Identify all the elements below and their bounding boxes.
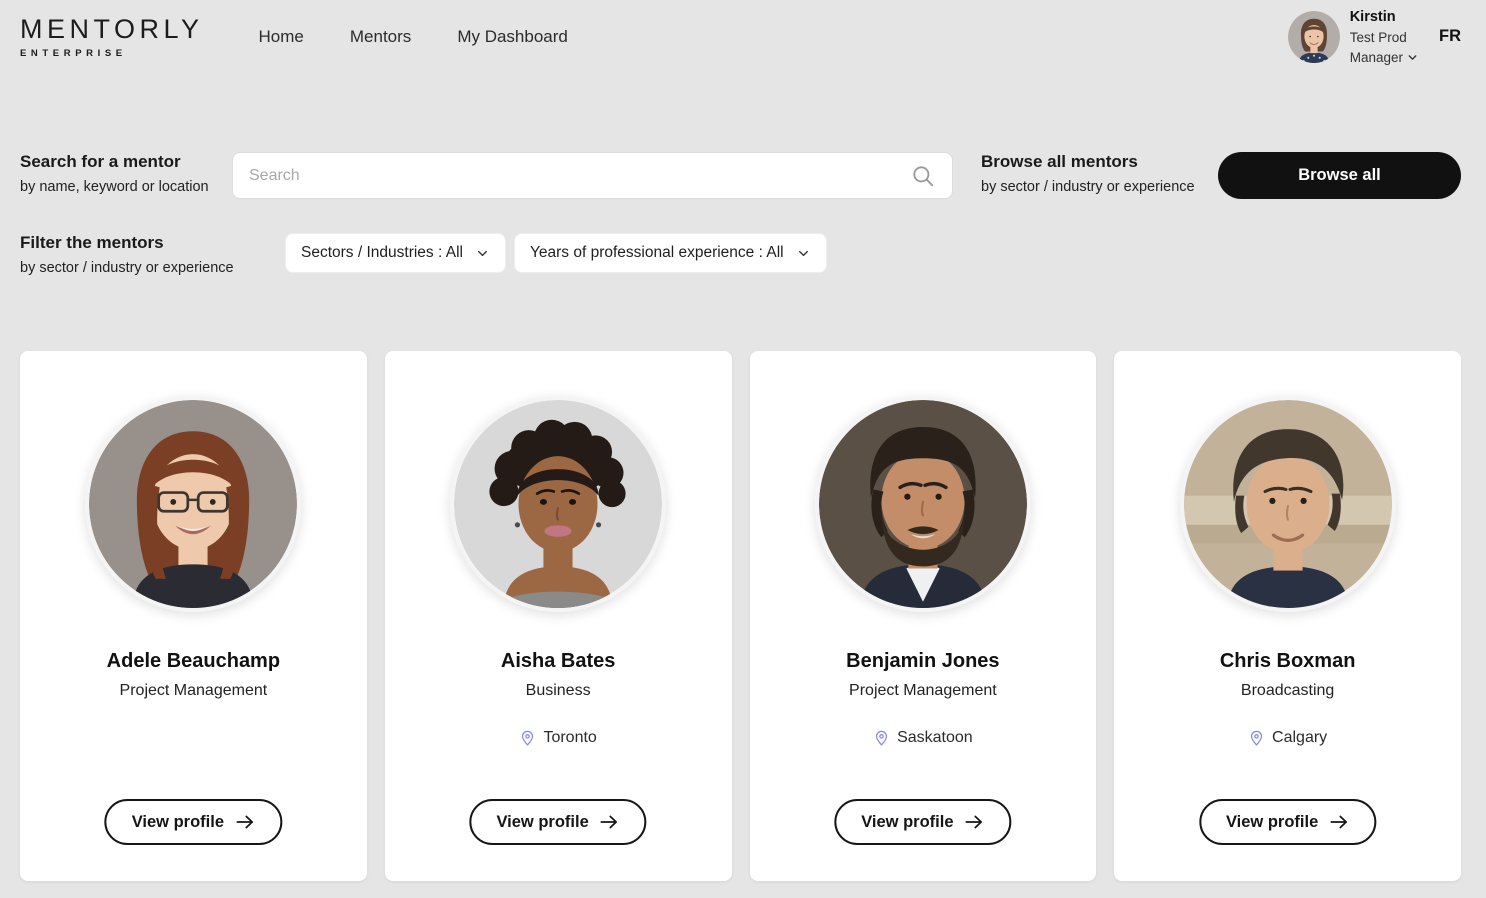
mentor-name: Aisha Bates xyxy=(501,650,616,673)
view-profile-label: View profile xyxy=(1226,813,1318,832)
location-pin-icon xyxy=(519,730,536,747)
search-label-block: Search for a mentor by name, keyword or … xyxy=(20,152,232,195)
search-box xyxy=(232,152,953,199)
mentor-name: Chris Boxman xyxy=(1220,650,1356,673)
view-profile-label: View profile xyxy=(861,813,953,832)
arrow-right-icon xyxy=(600,814,620,830)
years-experience-dropdown[interactable]: Years of professional experience : All xyxy=(514,233,827,273)
mentor-card-grid: Adele Beauchamp Project Management View … xyxy=(20,351,1461,881)
search-subtitle: by name, keyword or location xyxy=(20,179,232,195)
search-input[interactable] xyxy=(249,167,910,185)
filter-title: Filter the mentors xyxy=(20,233,285,253)
user-role-line1: Test Prod xyxy=(1350,28,1419,48)
nav-item-mentors[interactable]: Mentors xyxy=(350,27,411,47)
user-role-dropdown[interactable]: Manager xyxy=(1350,48,1419,68)
browse-title: Browse all mentors xyxy=(981,152,1213,172)
user-menu: Kirstin Test Prod Manager FR xyxy=(1288,7,1461,67)
browse-all-button[interactable]: Browse all xyxy=(1218,152,1461,199)
top-nav-bar: MENTORLY ENTERPRISE Home Mentors My Dash… xyxy=(0,0,1486,68)
mentor-card: Chris Boxman Broadcasting Calgary View p… xyxy=(1114,351,1461,881)
sectors-industries-dropdown[interactable]: Sectors / Industries : All xyxy=(285,233,506,273)
filter-subtitle: by sector / industry or experience xyxy=(20,260,285,276)
sectors-industries-dropdown-label: Sectors / Industries : All xyxy=(301,244,463,262)
mentor-field: Project Management xyxy=(849,682,997,700)
view-profile-label: View profile xyxy=(132,813,224,832)
kirstin-avatar-illustration xyxy=(1288,11,1340,63)
mentor-location: Toronto xyxy=(519,729,596,747)
mentor-photo xyxy=(450,396,666,612)
mentor-field: Broadcasting xyxy=(1241,682,1334,700)
chevron-down-icon xyxy=(796,246,811,261)
mentor-card: Aisha Bates Business Toronto View profil… xyxy=(385,351,732,881)
filter-row: Filter the mentors by sector / industry … xyxy=(20,233,1461,273)
mentor-name: Benjamin Jones xyxy=(846,650,999,673)
adele-beauchamp-portrait xyxy=(89,400,297,608)
filter-label-block: Filter the mentors by sector / industry … xyxy=(20,233,285,276)
nav-item-my-dashboard[interactable]: My Dashboard xyxy=(457,27,568,47)
location-pin-icon xyxy=(1248,730,1265,747)
mentor-field: Business xyxy=(526,682,591,700)
search-icon[interactable] xyxy=(910,163,936,189)
brand-name: MENTORLY xyxy=(20,16,204,43)
user-avatar[interactable] xyxy=(1288,11,1340,63)
brand-logo[interactable]: MENTORLY ENTERPRISE xyxy=(20,16,204,59)
benjamin-jones-portrait xyxy=(819,400,1027,608)
chevron-down-icon xyxy=(1406,51,1419,64)
nav-item-home[interactable]: Home xyxy=(259,27,304,47)
search-title: Search for a mentor xyxy=(20,152,232,172)
mentor-photo xyxy=(1180,396,1396,612)
mentor-photo xyxy=(85,396,301,612)
view-profile-button[interactable]: View profile xyxy=(105,799,282,845)
chris-boxman-portrait xyxy=(1184,400,1392,608)
aisha-bates-portrait xyxy=(454,400,662,608)
filter-dropdowns: Sectors / Industries : All Years of prof… xyxy=(285,233,827,273)
user-info: Kirstin Test Prod Manager xyxy=(1350,7,1419,67)
mentor-location: Saskatoon xyxy=(873,729,973,747)
mentor-photo xyxy=(815,396,1031,612)
mentor-field: Project Management xyxy=(120,682,268,700)
years-experience-dropdown-label: Years of professional experience : All xyxy=(530,244,784,262)
user-name: Kirstin xyxy=(1350,7,1419,28)
arrow-right-icon xyxy=(235,814,255,830)
mentor-city: Calgary xyxy=(1272,729,1327,747)
arrow-right-icon xyxy=(965,814,985,830)
view-profile-label: View profile xyxy=(496,813,588,832)
mentor-card: Benjamin Jones Project Management Saskat… xyxy=(750,351,1097,881)
main-nav: Home Mentors My Dashboard xyxy=(259,27,568,47)
language-switcher[interactable]: FR xyxy=(1439,27,1461,46)
chevron-down-icon xyxy=(475,246,490,261)
browse-label-block: Browse all mentors by sector / industry … xyxy=(981,152,1213,195)
arrow-right-icon xyxy=(1329,814,1349,830)
mentor-name: Adele Beauchamp xyxy=(107,650,280,673)
mentor-city: Toronto xyxy=(543,729,596,747)
location-pin-icon xyxy=(873,730,890,747)
brand-tagline: ENTERPRISE xyxy=(20,48,204,59)
view-profile-button[interactable]: View profile xyxy=(834,799,1011,845)
mentor-location: Calgary xyxy=(1248,729,1327,747)
mentor-city: Saskatoon xyxy=(897,729,973,747)
view-profile-button[interactable]: View profile xyxy=(469,799,646,845)
browse-subtitle: by sector / industry or experience xyxy=(981,179,1213,195)
view-profile-button[interactable]: View profile xyxy=(1199,799,1376,845)
mentor-card: Adele Beauchamp Project Management View … xyxy=(20,351,367,881)
search-row: Search for a mentor by name, keyword or … xyxy=(20,152,1461,212)
user-role-line2: Manager xyxy=(1350,48,1403,68)
